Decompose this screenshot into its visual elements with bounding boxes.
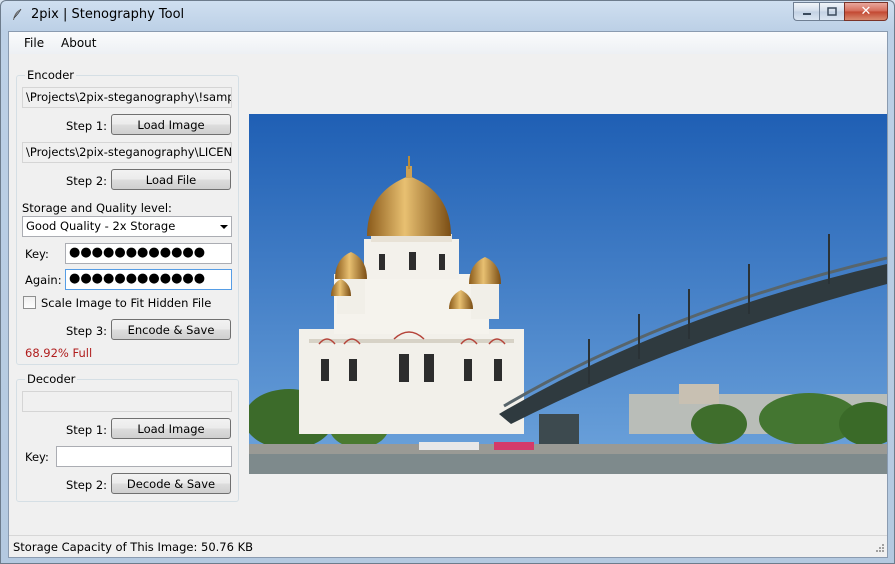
- app-feather-icon: [13, 8, 22, 20]
- maximize-button[interactable]: [819, 2, 844, 21]
- decode-save-button[interactable]: Decode & Save: [111, 473, 231, 494]
- encoder-group-title: Encoder: [25, 68, 77, 82]
- storage-capacity-text: Storage Capacity of This Image: 50.76 KB: [13, 540, 254, 554]
- scale-image-checkbox[interactable]: [23, 296, 36, 309]
- encode-save-button[interactable]: Encode & Save: [111, 319, 231, 340]
- decoder-step2-label: Step 2:: [66, 478, 108, 492]
- encoder-image-path: \Projects\2pix-steganography\!sample.bmp: [22, 87, 232, 108]
- encoder-load-file-button[interactable]: Load File: [111, 169, 231, 190]
- title-bar[interactable]: 2pix | Stenography Tool ✕: [1, 1, 894, 31]
- app-window: 2pix | Stenography Tool ✕ File About Enc…: [0, 0, 895, 564]
- capacity-full-status: 68.92% Full: [25, 346, 93, 360]
- status-bar: Storage Capacity of This Image: 50.76 KB: [9, 535, 887, 557]
- client-area: File About Encoder \Projects\2pix-stegan…: [8, 31, 888, 558]
- encoder-step3-label: Step 3:: [66, 324, 108, 338]
- close-icon: ✕: [860, 4, 872, 19]
- decoder-key-label: Key:: [25, 450, 49, 464]
- cathedral-bridge-photo: [249, 114, 887, 474]
- decoder-key-field[interactable]: [56, 446, 232, 467]
- again-password-field[interactable]: ●●●●●●●●●●●●: [65, 269, 232, 290]
- decoder-step1-label: Step 1:: [66, 423, 108, 437]
- key-password-field[interactable]: ●●●●●●●●●●●●: [65, 243, 232, 264]
- menu-file[interactable]: File: [24, 36, 44, 50]
- again-label: Again:: [25, 273, 62, 287]
- quality-label: Storage and Quality level:: [22, 201, 172, 215]
- chevron-down-icon: [220, 225, 228, 229]
- window-title: 2pix | Stenography Tool: [31, 7, 185, 22]
- encoder-load-image-button[interactable]: Load Image: [111, 114, 231, 135]
- decoder-image-path: [22, 391, 232, 412]
- encoder-step2-label: Step 2:: [66, 174, 108, 188]
- encoder-file-path: \Projects\2pix-steganography\LICENSE.txt: [22, 142, 232, 163]
- encoder-step1-label: Step 1:: [66, 119, 108, 133]
- resize-grip-icon[interactable]: [873, 543, 885, 555]
- quality-select[interactable]: Good Quality - 2x Storage: [22, 216, 232, 237]
- minimize-button[interactable]: [793, 2, 819, 21]
- menu-bar: File About: [9, 32, 887, 54]
- maximize-icon: [827, 7, 837, 16]
- menu-about[interactable]: About: [61, 36, 96, 50]
- image-preview: [249, 114, 887, 474]
- minimize-icon: [802, 12, 811, 15]
- decoder-load-image-button[interactable]: Load Image: [111, 418, 231, 439]
- close-button[interactable]: ✕: [844, 2, 888, 21]
- key-label: Key:: [25, 247, 49, 261]
- decoder-group-title: Decoder: [25, 372, 78, 386]
- quality-selected-value: Good Quality - 2x Storage: [26, 219, 176, 233]
- scale-image-label[interactable]: Scale Image to Fit Hidden File: [41, 296, 211, 310]
